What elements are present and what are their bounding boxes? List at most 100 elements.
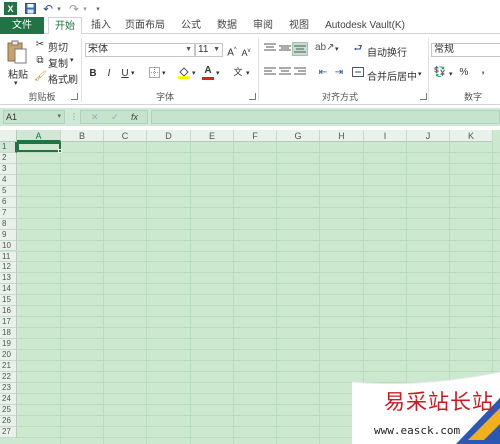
- fill-color-dropdown-icon[interactable]: ▾: [192, 68, 196, 80]
- format-painter-icon[interactable]: 🖌: [34, 71, 47, 83]
- column-header[interactable]: A: [17, 130, 61, 142]
- row-header[interactable]: 11: [0, 251, 17, 263]
- row-header[interactable]: 10: [0, 240, 17, 252]
- tab-autodesk-vault[interactable]: Autodesk Vault(K): [320, 17, 410, 34]
- tab-view[interactable]: 视图: [284, 17, 314, 34]
- name-box-dropdown-icon[interactable]: ▾: [57, 111, 61, 123]
- copy-button[interactable]: 复制: [48, 55, 68, 70]
- row-header[interactable]: 13: [0, 273, 17, 285]
- copy-icon[interactable]: ⧉: [34, 55, 46, 67]
- percent-button[interactable]: %: [458, 67, 470, 79]
- row-header[interactable]: 2: [0, 152, 17, 164]
- border-dropdown-icon[interactable]: ▾: [162, 68, 166, 80]
- tab-home[interactable]: 开始: [48, 17, 82, 35]
- tab-insert[interactable]: 插入: [86, 17, 116, 34]
- underline-button[interactable]: U: [120, 68, 130, 80]
- redo-icon[interactable]: ↷: [68, 2, 80, 16]
- underline-dropdown-icon[interactable]: ▾: [131, 68, 135, 80]
- save-icon[interactable]: [24, 2, 36, 15]
- currency-icon[interactable]: 💱: [433, 67, 447, 79]
- align-left-icon[interactable]: [263, 67, 277, 81]
- alignment-launcher-icon[interactable]: [420, 93, 427, 100]
- row-header[interactable]: 21: [0, 361, 17, 372]
- column-header[interactable]: J: [407, 130, 450, 142]
- decrease-font-icon[interactable]: Av: [241, 45, 251, 59]
- paste-button[interactable]: [6, 40, 28, 66]
- wrap-text-button[interactable]: 自动换行: [367, 44, 407, 59]
- tab-data[interactable]: 数据: [212, 17, 242, 34]
- row-header[interactable]: 5: [0, 185, 17, 197]
- merge-center-icon[interactable]: [352, 67, 364, 81]
- column-header[interactable]: H: [320, 130, 364, 142]
- row-header[interactable]: 23: [0, 382, 17, 394]
- comma-button[interactable]: ,: [478, 65, 488, 77]
- row-header[interactable]: 17: [0, 317, 17, 329]
- row-header[interactable]: 14: [0, 284, 17, 296]
- name-box[interactable]: A1 ▾: [3, 110, 65, 124]
- currency-dropdown-icon[interactable]: ▾: [449, 69, 453, 81]
- clipboard-launcher-icon[interactable]: [71, 93, 78, 100]
- undo-dropdown-icon[interactable]: ▾: [55, 2, 63, 15]
- fill-handle[interactable]: [58, 149, 62, 153]
- customize-icon[interactable]: ▾: [94, 2, 102, 15]
- insert-function-icon[interactable]: fx: [131, 112, 138, 122]
- row-header[interactable]: 1: [0, 142, 17, 153]
- phonetic-icon[interactable]: 文: [232, 66, 244, 78]
- redo-dropdown-icon[interactable]: ▾: [81, 2, 89, 15]
- align-middle-icon[interactable]: [278, 43, 292, 57]
- row-header[interactable]: 26: [0, 415, 17, 427]
- align-center-icon[interactable]: [278, 67, 292, 81]
- font-color-icon[interactable]: A: [202, 65, 214, 80]
- column-header[interactable]: D: [147, 130, 191, 142]
- align-top-icon[interactable]: [263, 43, 277, 57]
- merge-center-button[interactable]: 合并后居中: [367, 68, 417, 83]
- row-header[interactable]: 25: [0, 404, 17, 416]
- font-launcher-icon[interactable]: [249, 93, 256, 100]
- orientation-icon[interactable]: ab↗: [315, 42, 335, 54]
- tab-review[interactable]: 审阅: [248, 17, 278, 34]
- row-header[interactable]: 19: [0, 339, 17, 351]
- tab-file[interactable]: 文件: [0, 17, 44, 34]
- increase-font-icon[interactable]: A^: [227, 44, 237, 59]
- orientation-dropdown-icon[interactable]: ▾: [335, 44, 339, 56]
- bold-button[interactable]: B: [88, 68, 98, 80]
- formula-input[interactable]: [151, 110, 500, 124]
- row-header[interactable]: 20: [0, 350, 17, 361]
- row-header[interactable]: 3: [0, 163, 17, 175]
- row-header[interactable]: 12: [0, 262, 17, 274]
- column-header[interactable]: K: [450, 130, 493, 142]
- row-header[interactable]: 22: [0, 371, 17, 383]
- select-all-corner[interactable]: [0, 130, 17, 142]
- phonetic-dropdown-icon[interactable]: ▾: [246, 68, 250, 80]
- align-bottom-icon[interactable]: [292, 42, 308, 56]
- enter-icon[interactable]: ✓: [111, 112, 119, 123]
- column-header[interactable]: E: [191, 130, 234, 142]
- column-header[interactable]: I: [364, 130, 407, 142]
- row-header[interactable]: 4: [0, 174, 17, 186]
- column-header[interactable]: F: [234, 130, 277, 142]
- column-header[interactable]: C: [104, 130, 147, 142]
- format-painter-button[interactable]: 格式刷: [48, 71, 78, 86]
- row-header[interactable]: 18: [0, 328, 17, 340]
- fill-color-icon[interactable]: [178, 66, 190, 83]
- increase-indent-icon[interactable]: ⇥: [332, 67, 346, 79]
- row-header[interactable]: 24: [0, 393, 17, 405]
- tab-page-layout[interactable]: 页面布局: [120, 17, 170, 34]
- number-format-select[interactable]: 常规: [431, 43, 500, 57]
- row-header[interactable]: 6: [0, 196, 17, 208]
- row-header[interactable]: 15: [0, 295, 17, 307]
- row-header[interactable]: 7: [0, 207, 17, 219]
- copy-dropdown-icon[interactable]: ▾: [70, 55, 74, 67]
- font-size-select[interactable]: 11 ▼: [195, 43, 223, 57]
- font-name-select[interactable]: 宋体 ▼: [85, 43, 195, 57]
- cut-button[interactable]: 剪切: [48, 39, 68, 54]
- align-right-icon[interactable]: [293, 67, 307, 81]
- border-icon[interactable]: [148, 67, 160, 82]
- cancel-icon[interactable]: ✕: [91, 112, 99, 123]
- decrease-indent-icon[interactable]: ⇤: [316, 67, 330, 79]
- wrap-text-icon[interactable]: ⮐: [352, 43, 364, 55]
- row-header[interactable]: 9: [0, 229, 17, 241]
- cut-icon[interactable]: ✂: [34, 39, 46, 51]
- italic-button[interactable]: I: [104, 68, 114, 80]
- column-header[interactable]: G: [277, 130, 320, 142]
